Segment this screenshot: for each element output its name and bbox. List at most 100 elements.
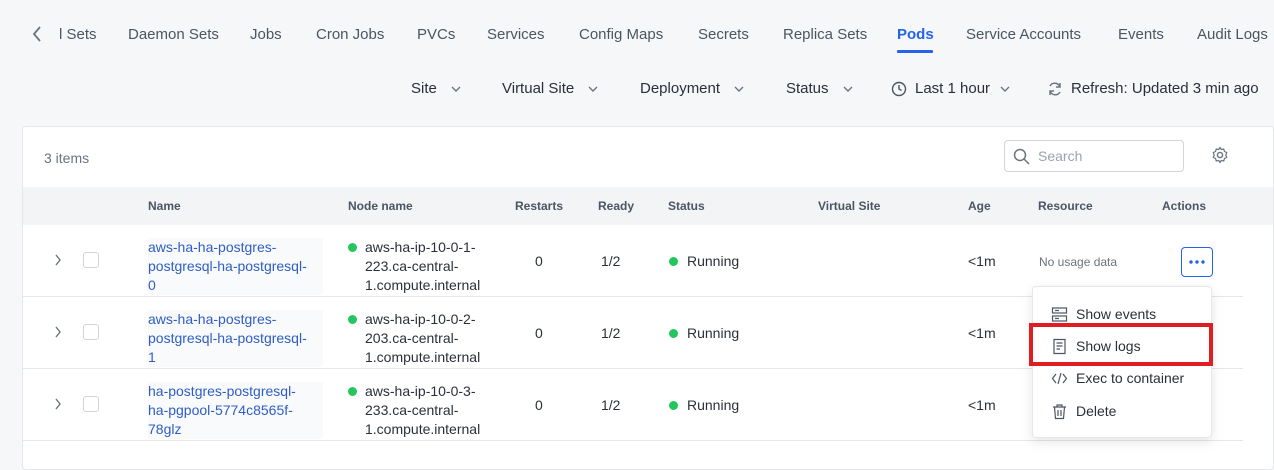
pod-name-link[interactable]: aws-ha-ha-postgres- postgresql-ha-postgr… <box>148 238 323 295</box>
node-name-line: aws-ha-ip-10-0-2- <box>365 311 476 327</box>
node-name-line: aws-ha-ip-10-0-3- <box>365 383 476 399</box>
row-actions-button[interactable] <box>1181 247 1213 277</box>
menu-item-delete[interactable]: Delete <box>1051 399 1116 423</box>
row-checkbox[interactable] <box>83 324 99 340</box>
pod-name-line: aws-ha-ha-postgres- <box>148 311 277 327</box>
row-checkbox[interactable] <box>83 396 99 412</box>
virtual-site-filter[interactable]: Virtual Site <box>502 80 598 97</box>
ready-value: 1/2 <box>601 397 621 413</box>
tab-replica-sets[interactable]: Replica Sets <box>783 26 867 43</box>
status-badge: Running <box>669 397 739 413</box>
refresh-icon <box>1049 82 1061 95</box>
pod-name-link[interactable]: ha-postgres-postgresql- ha-pgpool-5774c8… <box>148 382 323 439</box>
node-name-line: aws-ha-ip-10-0-1- <box>365 239 476 255</box>
refresh-button[interactable]: Refresh: Updated 3 min ago <box>1047 80 1259 97</box>
deployment-filter-label: Deployment <box>640 80 721 97</box>
age-value: <1m <box>968 253 996 269</box>
row-checkbox[interactable] <box>83 252 99 268</box>
tab-secrets[interactable]: Secrets <box>698 26 749 43</box>
column-header-node-name[interactable]: Node name <box>348 199 413 213</box>
status-badge: Running <box>669 253 739 269</box>
time-range-label: Last 1 hour <box>915 80 991 97</box>
gear-icon[interactable] <box>1211 146 1229 164</box>
node-name-line: 223.ca-central- <box>365 258 459 274</box>
clock-icon <box>891 81 907 96</box>
node-status-dot <box>348 243 357 252</box>
status-filter[interactable]: Status <box>786 80 853 97</box>
more-horizontal-icon <box>1189 260 1205 264</box>
tab-config-maps[interactable]: Config Maps <box>579 26 663 43</box>
menu-item-exec-to-container[interactable]: Exec to container <box>1051 366 1184 390</box>
column-header-ready[interactable]: Ready <box>598 199 634 213</box>
search-icon <box>1013 148 1030 165</box>
column-header-actions: Actions <box>1162 199 1207 213</box>
highlight-box <box>1029 323 1213 366</box>
tab-jobs[interactable]: Jobs <box>250 26 282 43</box>
age-value: <1m <box>968 325 996 341</box>
pod-name-line: postgresql-ha-postgresql- <box>148 330 307 346</box>
age-value: <1m <box>968 397 996 413</box>
resource-tabs: l Sets Daemon Sets Jobs Cron Jobs PVCs S… <box>22 0 1274 66</box>
tab-pods[interactable]: Pods <box>897 26 934 43</box>
node-name-line: 1.compute.internal <box>365 349 481 365</box>
ready-value: 1/2 <box>601 253 621 269</box>
tab-events[interactable]: Events <box>1118 26 1164 43</box>
pod-name-line: ha-postgres-postgresql- <box>148 383 296 399</box>
search-input[interactable] <box>1038 148 1178 164</box>
events-icon <box>1051 306 1068 322</box>
node-name: aws-ha-ip-10-0-1- 223.ca-central- 1.comp… <box>348 238 508 295</box>
items-count: 3 items <box>44 150 90 166</box>
pod-name-line: aws-ha-ha-postgres- <box>148 239 277 255</box>
status-dot <box>669 400 678 410</box>
status-label: Running <box>687 325 740 341</box>
ready-value: 1/2 <box>601 325 621 341</box>
column-header-name[interactable]: Name <box>148 199 181 213</box>
column-header-restarts[interactable]: Restarts <box>515 199 563 213</box>
tab-replica-sets-partial[interactable]: l Sets <box>59 26 97 43</box>
chevron-left-icon[interactable] <box>32 24 48 44</box>
deployment-filter[interactable]: Deployment <box>640 80 744 97</box>
menu-item-label: Show events <box>1076 306 1157 322</box>
resource-usage: No usage data <box>1039 255 1118 269</box>
restarts-value: 0 <box>535 397 543 413</box>
node-name-line: 1.compute.internal <box>365 421 481 437</box>
active-tab-indicator <box>897 50 933 53</box>
chevron-down-icon <box>843 86 853 92</box>
tab-audit-logs[interactable]: Audit Logs <box>1197 26 1268 43</box>
tab-cron-jobs[interactable]: Cron Jobs <box>316 26 384 43</box>
time-range-filter[interactable]: Last 1 hour <box>891 80 1010 97</box>
refresh-label: Refresh: Updated 3 min ago <box>1071 80 1259 97</box>
chevron-down-icon <box>1000 86 1010 92</box>
column-header-virtual-site[interactable]: Virtual Site <box>818 199 880 213</box>
pod-name-line: 78glz <box>148 421 182 437</box>
site-filter-label: Site <box>411 80 437 97</box>
site-filter[interactable]: Site <box>411 80 461 97</box>
node-name-line: 203.ca-central- <box>365 330 459 346</box>
restarts-value: 0 <box>535 253 543 269</box>
column-header-age[interactable]: Age <box>968 199 991 213</box>
node-name: aws-ha-ip-10-0-2- 203.ca-central- 1.comp… <box>348 310 508 367</box>
node-name-line: 233.ca-central- <box>365 402 459 418</box>
chevron-down-icon <box>451 86 461 92</box>
search-box[interactable] <box>1004 140 1184 172</box>
status-dot <box>669 328 678 338</box>
column-header-status[interactable]: Status <box>668 199 705 213</box>
column-header-resource: Resource <box>1038 199 1093 213</box>
node-name: aws-ha-ip-10-0-3- 233.ca-central- 1.comp… <box>348 382 508 439</box>
tab-services[interactable]: Services <box>487 26 545 43</box>
chevron-right-icon[interactable] <box>53 253 63 267</box>
node-name-line: 1.compute.internal <box>365 277 481 293</box>
chevron-right-icon[interactable] <box>53 397 63 411</box>
chevron-right-icon[interactable] <box>53 325 63 339</box>
trash-icon <box>1053 403 1066 419</box>
chevron-down-icon <box>734 86 744 92</box>
menu-item-label: Exec to container <box>1076 370 1185 386</box>
tab-service-accounts[interactable]: Service Accounts <box>966 26 1081 43</box>
pod-name-line: 0 <box>148 277 156 293</box>
node-status-dot <box>348 387 357 396</box>
pod-name-line: ha-pgpool-5774c8565f- <box>148 402 293 418</box>
tab-pvcs[interactable]: PVCs <box>417 26 455 43</box>
pod-name-line: 1 <box>148 349 156 365</box>
pod-name-link[interactable]: aws-ha-ha-postgres- postgresql-ha-postgr… <box>148 310 323 367</box>
tab-daemon-sets[interactable]: Daemon Sets <box>128 26 219 43</box>
